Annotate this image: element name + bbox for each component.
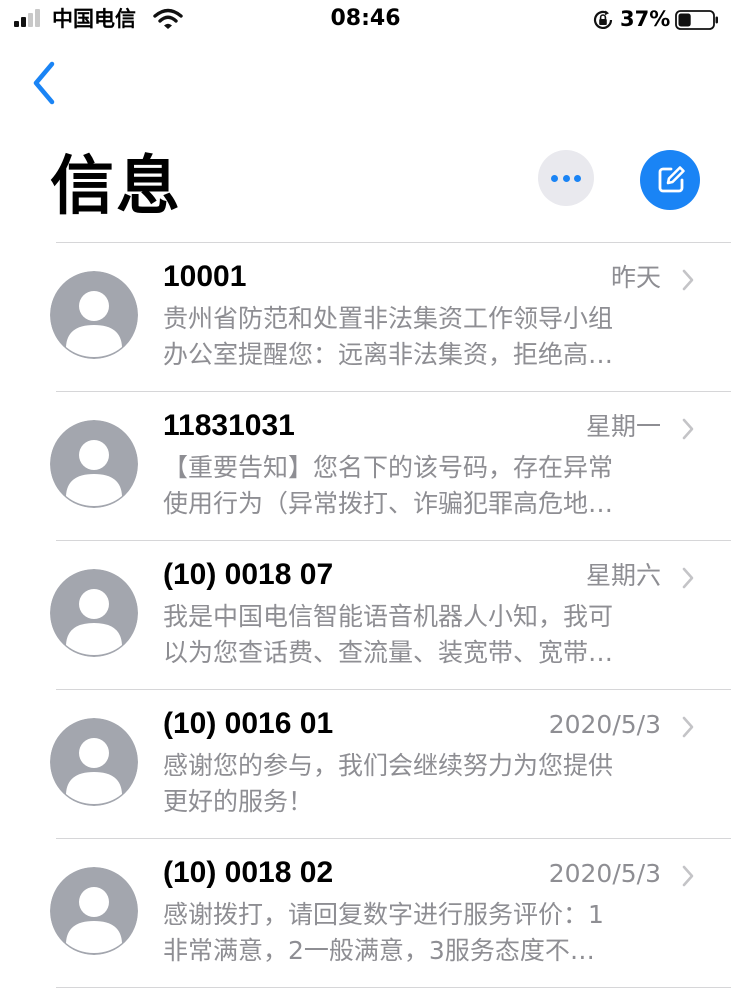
chevron-left-icon (33, 61, 55, 105)
person-icon (50, 867, 138, 955)
conversation-row[interactable]: 11831031 星期一【重要告知】您名下的该号码，存在异常 使用行为（异常拨打、诈… (0, 392, 731, 540)
preview-line: 使用行为（异常拨打、诈骗犯罪高危地… (163, 489, 614, 518)
conversation-list: 10001 昨天贵州省防范和处置非法集资工作领导小组 办公室提醒您：远离非法集资，拒… (0, 242, 731, 988)
battery-icon (675, 10, 718, 30)
more-options-button[interactable] (538, 150, 594, 206)
preview-line: 【重要告知】您名下的该号码，存在异常 (163, 453, 614, 482)
sender-name: (10) 0018 02 (163, 856, 334, 889)
chevron-right-icon (682, 567, 694, 589)
person-icon (50, 569, 138, 657)
preview-line: 更好的服务！ (163, 787, 314, 816)
back-button[interactable] (26, 58, 66, 108)
sender-name: (10) 0018 07 (163, 558, 334, 591)
ellipsis-icon (574, 175, 581, 182)
message-date: 昨天 (610, 263, 661, 292)
compose-button[interactable] (640, 150, 700, 210)
message-date: 2020/5/3 (548, 710, 661, 739)
message-preview: 感谢您的参与，我们会继续努力为您提供 更好的服务！ (163, 748, 703, 820)
ellipsis-icon (562, 175, 570, 182)
avatar (50, 569, 138, 657)
page-title: 信息 (50, 150, 182, 224)
compose-icon (658, 166, 685, 193)
message-preview: 感谢拨打，请回复数字进行服务评价：1 非常满意，2一般满意，3服务态度不… (163, 897, 703, 969)
avatar (50, 867, 138, 955)
avatar (50, 718, 138, 806)
message-date: 星期六 (585, 561, 661, 590)
preview-line: 非常满意，2一般满意，3服务态度不… (163, 936, 595, 965)
chevron-right-icon (682, 716, 694, 738)
preview-line: 贵州省防范和处置非法集资工作领导小组 (163, 304, 614, 333)
preview-line: 办公室提醒您：远离非法集资，拒绝高… (163, 340, 614, 369)
preview-line: 感谢您的参与，我们会继续努力为您提供 (163, 751, 614, 780)
chevron-right-icon (682, 865, 694, 887)
sender-name: 10001 (163, 260, 247, 293)
preview-line: 我是中国电信智能语音机器人小知，我可 (163, 602, 614, 631)
conversation-row[interactable]: (10) 0018 07 星期六我是中国电信智能语音机器人小知，我可 以为您查话费、… (0, 541, 731, 689)
person-icon (50, 718, 138, 806)
chevron-right-icon (682, 269, 694, 291)
message-preview: 我是中国电信智能语音机器人小知，我可 以为您查话费、查流量、装宽带、宽带… (163, 599, 703, 671)
avatar (50, 420, 138, 508)
message-preview: 【重要告知】您名下的该号码，存在异常 使用行为（异常拨打、诈骗犯罪高危地… (163, 450, 703, 522)
conversation-row[interactable]: (10) 0018 02 2020/5/3 感谢拨打，请回复数字进行服务评价：1 非常… (0, 839, 731, 987)
orientation-lock-icon (593, 10, 613, 29)
avatar (50, 271, 138, 359)
sender-name: 11831031 (163, 409, 295, 442)
sender-name: (10) 0016 01 (163, 707, 334, 740)
preview-line: 以为您查话费、查流量、装宽带、宽带… (163, 638, 614, 667)
person-icon (50, 271, 138, 359)
battery-percentage: 37% (620, 7, 671, 31)
chevron-right-icon (682, 418, 694, 440)
list-divider (56, 987, 731, 988)
message-preview: 贵州省防范和处置非法集资工作领导小组 办公室提醒您：远离非法集资，拒绝高… (163, 301, 703, 373)
ellipsis-icon (551, 175, 558, 182)
message-date: 星期一 (585, 412, 661, 441)
status-bar: 中国电信 08:46 37% (0, 0, 731, 40)
conversation-row[interactable]: 10001 昨天贵州省防范和处置非法集资工作领导小组 办公室提醒您：远离非法集资，拒… (0, 243, 731, 391)
person-icon (50, 420, 138, 508)
preview-line: 感谢拨打，请回复数字进行服务评价：1 (163, 900, 604, 929)
conversation-row[interactable]: (10) 0016 01 2020/5/3 感谢您的参与，我们会继续努力为您提供 更好… (0, 690, 731, 838)
message-date: 2020/5/3 (548, 859, 661, 888)
battery-level-fill (678, 13, 691, 27)
